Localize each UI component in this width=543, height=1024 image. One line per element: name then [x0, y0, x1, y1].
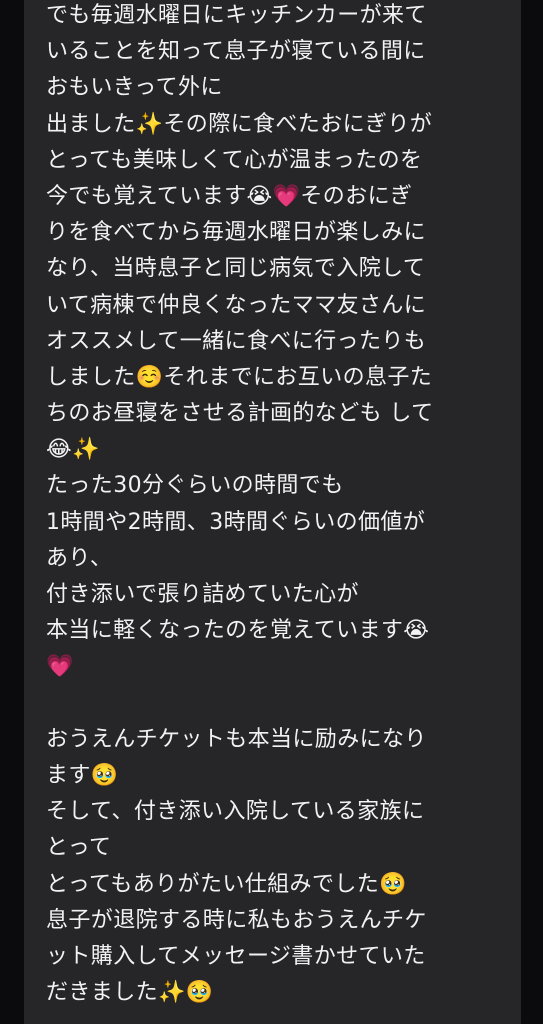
message-line: いることを知って息子が寝ている間に [46, 39, 426, 65]
message-line: おもいきって外に [46, 75, 223, 101]
message-line: ちのお昼寝をさせる計画的なども して [46, 401, 434, 427]
message-line: ット購入してメッセージ書かせていた [46, 943, 426, 969]
message-line: 1時間や2時間、3時間ぐらいの価値が [46, 509, 426, 535]
message-line: でも毎週水曜日にキッチンカーが来て [46, 3, 427, 28]
message-line: たった30分ぐらいの時間でも [46, 473, 344, 499]
message-line: 今でも覚えています😭💗そのおにぎ [46, 183, 413, 209]
message-line: 付き添いで張り詰めていた心が [46, 582, 359, 607]
message-text: でも毎週水曜日にキッチンカーが来て いることを知って息子が寝ている間に おもいき… [46, 0, 503, 1011]
message-line: しました☺️それまでにお互いの息子た [46, 364, 433, 390]
message-line: オススメして一緒に食べに行ったりも [46, 328, 427, 354]
message-line: 💗 [46, 654, 74, 680]
message-line: いて病棟で仲良くなったママ友さんに [46, 292, 427, 318]
message-line: とって [46, 835, 112, 861]
message-line: 本当に軽くなったのを覚えています😭 [46, 618, 430, 644]
message-line: ます🥹 [46, 762, 119, 788]
message-line: とっても美味しくて心が温まったのを [46, 147, 423, 173]
message-line: おうえんチケットも本当に励みになり [46, 726, 427, 752]
message-line: 息子が退院する時に私もおうえんチケ [46, 907, 427, 933]
message-line: だきました✨🥹 [46, 980, 214, 1006]
message-line: 😂✨ [46, 437, 100, 463]
message-line: なり、当時息子と同じ病気で入院して [46, 256, 426, 282]
message-line: あり、 [46, 545, 113, 571]
message-line: 出ました✨その際に食べたおにぎりが [46, 111, 433, 137]
message-line: そして、付き添い入院している家族に [46, 799, 425, 825]
message-line: とってもありがたい仕組みでした🥹 [46, 871, 407, 897]
message-line: りを食べてから毎週水曜日が楽しみに [46, 220, 426, 246]
message-bubble[interactable]: でも毎週水曜日にキッチンカーが来て いることを知って息子が寝ている間に おもいき… [24, 0, 521, 1024]
chat-screen: でも毎週水曜日にキッチンカーが来て いることを知って息子が寝ている間に おもいき… [0, 0, 543, 1024]
